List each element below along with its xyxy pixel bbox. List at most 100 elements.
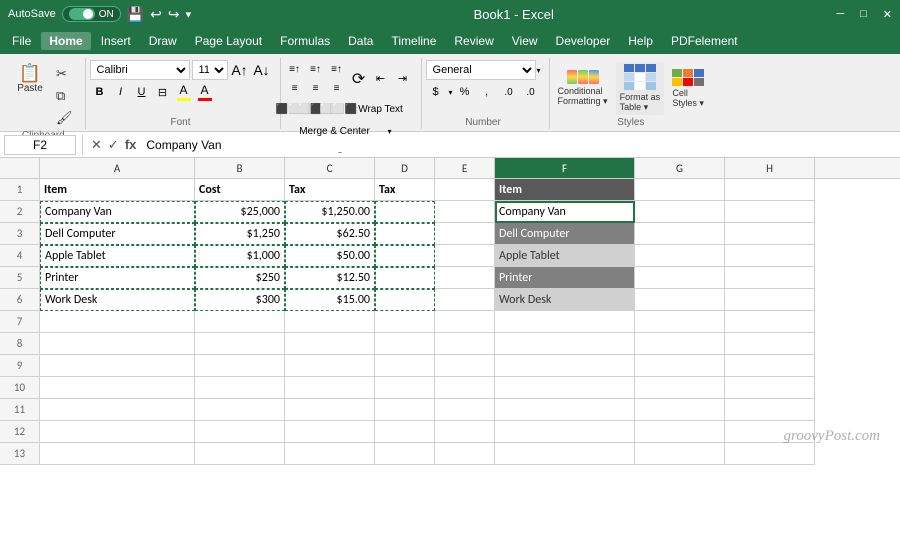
minimize-button[interactable]: ─ — [836, 8, 844, 21]
cell-b2[interactable]: $25,000 — [195, 201, 285, 223]
cell-a6[interactable]: Work Desk — [40, 289, 195, 311]
cell-h7[interactable] — [725, 311, 815, 333]
cell-b4[interactable]: $1,000 — [195, 245, 285, 267]
menu-view[interactable]: View — [504, 32, 546, 50]
font-family-select[interactable]: Calibri — [90, 60, 190, 80]
indent-increase-button[interactable]: ⇥ — [393, 69, 413, 89]
cell-f7[interactable]: 📋 ⊞(Ctrl) — [495, 311, 635, 333]
cell-h2[interactable] — [725, 201, 815, 223]
row-num-8[interactable]: 8 — [0, 333, 40, 355]
cell-e9[interactable] — [435, 355, 495, 377]
cell-a2[interactable]: Company Van — [40, 201, 195, 223]
cell-a4[interactable]: Apple Tablet — [40, 245, 195, 267]
cell-d4[interactable] — [375, 245, 435, 267]
undo-icon[interactable]: ↩ — [150, 6, 162, 23]
cell-b11[interactable] — [195, 399, 285, 421]
cell-f1[interactable]: Item — [495, 179, 635, 201]
cell-f12[interactable] — [495, 421, 635, 443]
cell-g5[interactable] — [635, 267, 725, 289]
cell-c6[interactable]: $15.00 — [285, 289, 375, 311]
cell-d13[interactable] — [375, 443, 435, 465]
align-top-right-button[interactable]: ≡↑ — [327, 60, 347, 78]
row-num-12[interactable]: 12 — [0, 421, 40, 443]
cell-d2[interactable] — [375, 201, 435, 223]
cell-c3[interactable]: $62.50 — [285, 223, 375, 245]
cell-a1[interactable]: Item — [40, 179, 195, 201]
menu-home[interactable]: Home — [41, 32, 90, 50]
cell-a8[interactable] — [40, 333, 195, 355]
conditional-formatting-button[interactable]: ConditionalFormatting ▾ — [554, 68, 612, 109]
align-top-center-button[interactable]: ≡↑ — [306, 60, 326, 78]
row-num-10[interactable]: 10 — [0, 377, 40, 399]
align-mid-center-button[interactable]: ≡ — [306, 79, 326, 97]
confirm-formula-icon[interactable]: ✓ — [106, 135, 121, 155]
cell-c9[interactable] — [285, 355, 375, 377]
cell-g10[interactable] — [635, 377, 725, 399]
menu-pdfelement[interactable]: PDFelement — [663, 32, 746, 50]
menu-help[interactable]: Help — [620, 32, 661, 50]
cell-e3[interactable] — [435, 223, 495, 245]
cell-f2[interactable]: Company Van — [495, 201, 635, 223]
cell-c10[interactable] — [285, 377, 375, 399]
increase-font-button[interactable]: A↑ — [230, 60, 250, 80]
cell-a10[interactable] — [40, 377, 195, 399]
col-header-g[interactable]: G — [635, 158, 725, 178]
menu-file[interactable]: File — [4, 32, 39, 50]
cell-e5[interactable] — [435, 267, 495, 289]
format-as-table-button[interactable]: Format asTable ▾ — [616, 62, 665, 115]
cell-f6[interactable]: Work Desk — [495, 289, 635, 311]
cell-d12[interactable] — [375, 421, 435, 443]
formula-input[interactable] — [142, 138, 896, 152]
cell-b7[interactable] — [195, 311, 285, 333]
cell-h6[interactable] — [725, 289, 815, 311]
cell-d5[interactable] — [375, 267, 435, 289]
cell-e10[interactable] — [435, 377, 495, 399]
increase-decimal-button[interactable]: .0 — [499, 82, 519, 102]
cell-f9[interactable] — [495, 355, 635, 377]
cell-d9[interactable] — [375, 355, 435, 377]
cell-b6[interactable]: $300 — [195, 289, 285, 311]
italic-button[interactable]: I — [111, 82, 131, 102]
autosave-toggle[interactable]: ON — [62, 6, 121, 22]
format-painter-button[interactable]: 🖌 — [52, 108, 77, 128]
cell-c2[interactable]: $1,250.00 — [285, 201, 375, 223]
cell-c4[interactable]: $50.00 — [285, 245, 375, 267]
row-num-9[interactable]: 9 — [0, 355, 40, 377]
cell-e13[interactable] — [435, 443, 495, 465]
cell-h10[interactable] — [725, 377, 815, 399]
row-num-2[interactable]: 2 — [0, 201, 40, 223]
cell-h11[interactable] — [725, 399, 815, 421]
cut-button[interactable]: ✂ — [52, 64, 77, 84]
cell-d1[interactable]: Tax — [375, 179, 435, 201]
cell-c7[interactable] — [285, 311, 375, 333]
cell-h3[interactable] — [725, 223, 815, 245]
cell-c8[interactable] — [285, 333, 375, 355]
align-top-left-button[interactable]: ≡↑ — [285, 60, 305, 78]
cell-h13[interactable] — [725, 443, 815, 465]
cell-a7[interactable] — [40, 311, 195, 333]
cell-g9[interactable] — [635, 355, 725, 377]
cell-d10[interactable] — [375, 377, 435, 399]
cell-a11[interactable] — [40, 399, 195, 421]
insert-function-icon[interactable]: fx — [123, 135, 139, 154]
col-header-f[interactable]: F — [495, 158, 635, 178]
col-header-d[interactable]: D — [375, 158, 435, 178]
wrap-text-button[interactable]: Wrap Text — [351, 99, 411, 119]
row-num-6[interactable]: 6 — [0, 289, 40, 311]
cell-c11[interactable] — [285, 399, 375, 421]
row-num-7[interactable]: 7 — [0, 311, 40, 333]
align-right-button[interactable]: ⬜⬜⬛ — [329, 100, 349, 118]
cell-g3[interactable] — [635, 223, 725, 245]
cell-f13[interactable] — [495, 443, 635, 465]
cell-f8[interactable] — [495, 333, 635, 355]
cell-e12[interactable] — [435, 421, 495, 443]
menu-page-layout[interactable]: Page Layout — [187, 32, 270, 50]
col-header-b[interactable]: B — [195, 158, 285, 178]
cell-g2[interactable] — [635, 201, 725, 223]
cell-b9[interactable] — [195, 355, 285, 377]
cell-b5[interactable]: $250 — [195, 267, 285, 289]
cell-e8[interactable] — [435, 333, 495, 355]
cell-b8[interactable] — [195, 333, 285, 355]
cancel-formula-icon[interactable]: ✕ — [89, 135, 104, 155]
cell-f5[interactable]: Printer — [495, 267, 635, 289]
